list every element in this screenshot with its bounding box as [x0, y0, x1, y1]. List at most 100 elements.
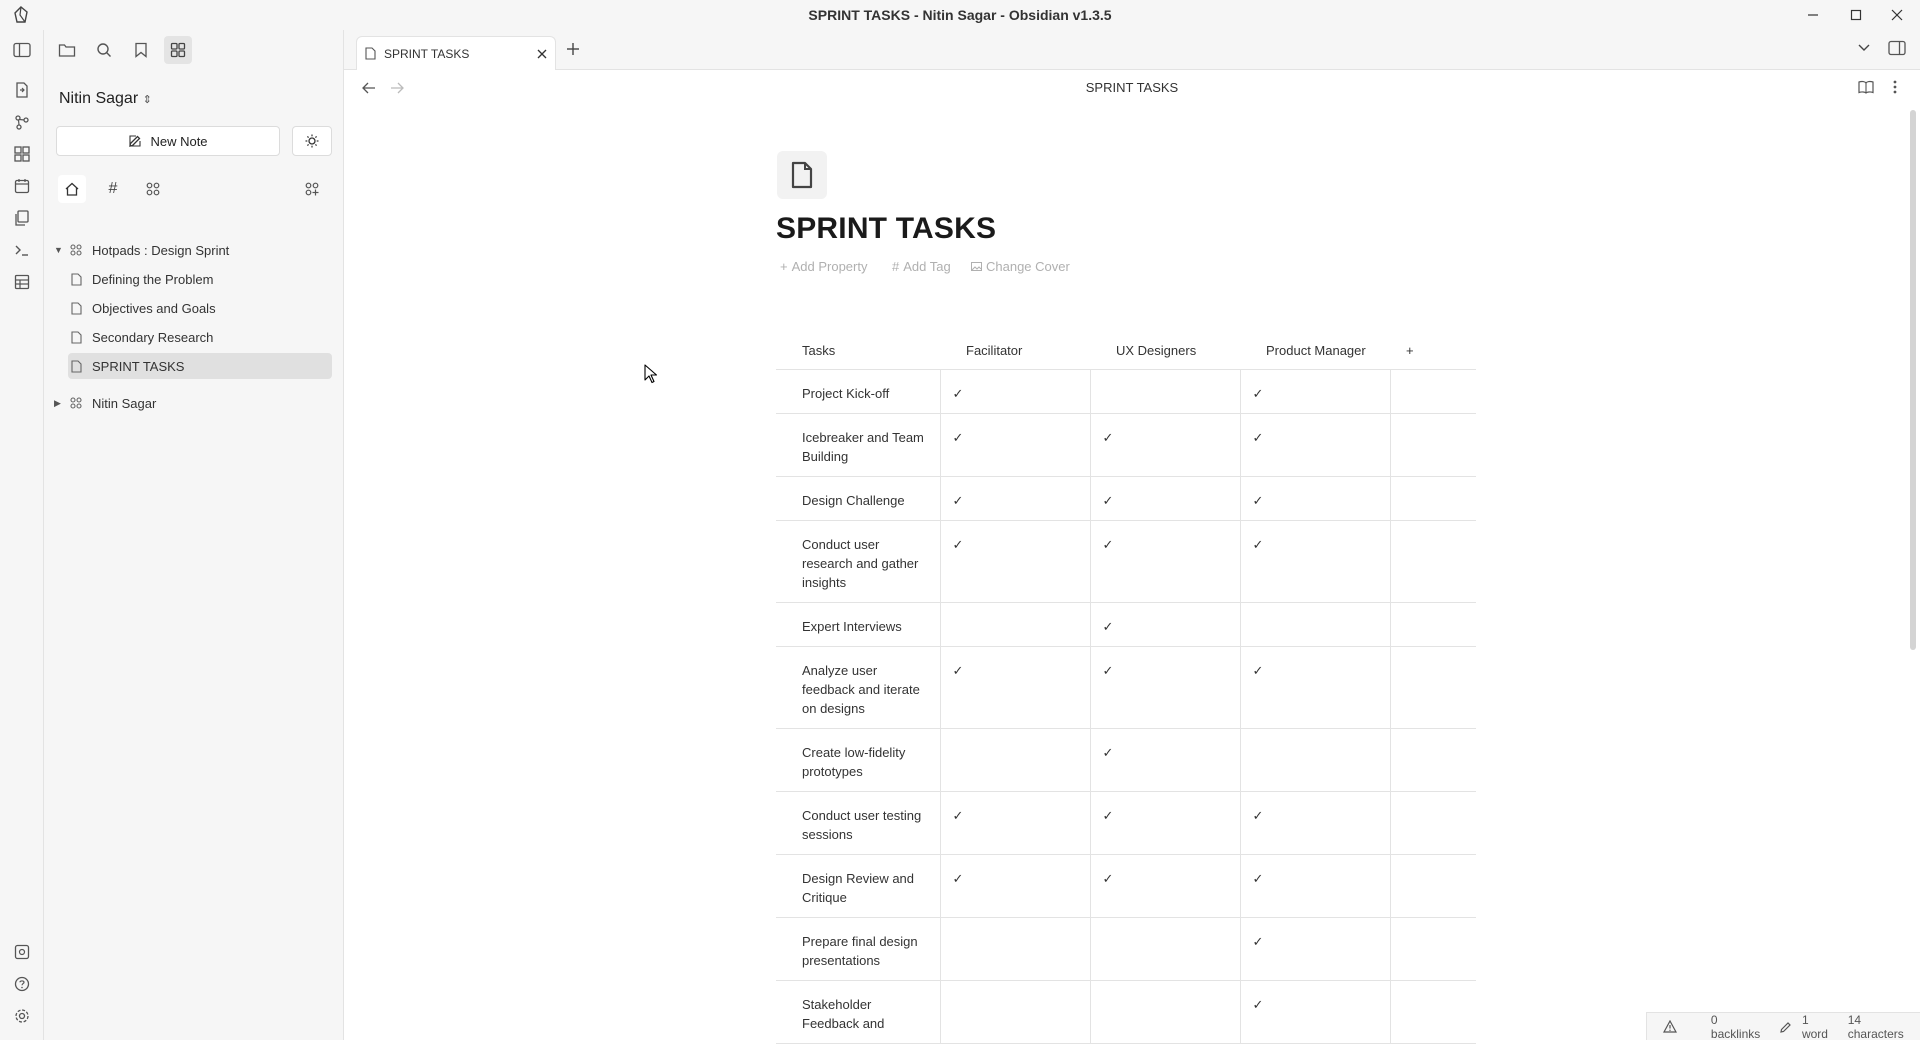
tab-list-chevron-icon[interactable] [1858, 44, 1870, 52]
empty-cell[interactable] [1389, 728, 1476, 792]
close-window-button[interactable] [1874, 0, 1920, 30]
task-cell[interactable]: Analyze user feedback and iterate on des… [776, 646, 940, 729]
tree-note-defining-the-problem[interactable]: Defining the Problem [68, 266, 332, 292]
workspace-switcher[interactable]: Nitin Sagar ⇕ [59, 90, 152, 108]
make-md-spaces-icon[interactable] [164, 36, 192, 64]
role-check-cell[interactable]: ✓ [939, 854, 1090, 918]
role-check-cell[interactable] [939, 980, 1090, 1044]
close-tab-icon[interactable] [537, 49, 547, 59]
column-header-product-manager[interactable]: Product Manager [1240, 333, 1390, 370]
empty-cell[interactable] [1389, 476, 1476, 521]
role-check-cell[interactable]: ✓ [1089, 602, 1240, 647]
theme-toggle-button[interactable] [292, 126, 332, 156]
add-tag-button[interactable]: # Add Tag [892, 259, 951, 274]
backlinks-count[interactable]: 0 backlinks [1711, 1013, 1770, 1041]
command-palette-icon[interactable] [11, 239, 33, 261]
role-check-cell[interactable] [1089, 369, 1240, 414]
role-check-cell[interactable]: ✓ [939, 476, 1090, 521]
role-check-cell[interactable] [939, 728, 1090, 792]
role-check-cell[interactable]: ✓ [1089, 413, 1240, 477]
role-check-cell[interactable]: ✓ [1089, 476, 1240, 521]
search-icon[interactable] [90, 36, 118, 64]
reading-view-icon[interactable] [1858, 80, 1874, 94]
add-property-button[interactable]: + Add Property [780, 259, 867, 274]
bookmark-icon[interactable] [127, 36, 155, 64]
vault-icon[interactable] [11, 941, 33, 963]
tree-note-secondary-research[interactable]: Secondary Research [68, 324, 332, 350]
tree-note-objectives-and-goals[interactable]: Objectives and Goals [68, 295, 332, 321]
column-header-tasks[interactable]: Tasks [776, 333, 940, 370]
task-cell[interactable]: Create low-fidelity prototypes [776, 728, 940, 792]
tab-sprint-tasks[interactable]: SPRINT TASKS [356, 36, 556, 70]
empty-cell[interactable] [1389, 602, 1476, 647]
daily-note-icon[interactable] [11, 175, 33, 197]
task-cell[interactable]: Conduct user research and gather insight… [776, 520, 940, 603]
note-icon[interactable] [777, 151, 827, 199]
role-check-cell[interactable] [939, 917, 1090, 981]
add-column-button[interactable]: + [1390, 333, 1476, 370]
role-check-cell[interactable]: ✓ [1089, 728, 1240, 792]
settings-icon[interactable] [11, 1005, 33, 1027]
role-check-cell[interactable]: ✓ [939, 520, 1090, 603]
tree-folder-hotpads-design-sprint[interactable]: ▼ Hotpads : Design Sprint [52, 237, 332, 263]
task-cell[interactable]: Prepare final design presentations [776, 917, 940, 981]
task-cell[interactable]: Design Review and Critique [776, 854, 940, 918]
role-check-cell[interactable]: ✓ [939, 646, 1090, 729]
page-title[interactable]: SPRINT TASKS [776, 212, 996, 246]
new-note-button[interactable]: New Note [56, 126, 280, 156]
role-check-cell[interactable]: ✓ [1089, 520, 1240, 603]
role-check-cell[interactable]: ✓ [1239, 520, 1390, 603]
canvas-icon[interactable] [11, 143, 33, 165]
task-cell[interactable]: Project Kick-off [776, 369, 940, 414]
role-check-cell[interactable]: ✓ [1239, 791, 1390, 855]
tree-folder-nitin-sagar[interactable]: ▶ Nitin Sagar [52, 390, 332, 416]
role-check-cell[interactable]: ✓ [1239, 369, 1390, 414]
role-check-cell[interactable]: ✓ [939, 413, 1090, 477]
role-check-cell[interactable]: ✓ [1239, 980, 1390, 1044]
templates-icon[interactable] [11, 207, 33, 229]
change-cover-button[interactable]: Change Cover [971, 259, 1070, 274]
empty-cell[interactable] [1389, 854, 1476, 918]
role-check-cell[interactable]: ✓ [1089, 791, 1240, 855]
empty-cell[interactable] [1389, 791, 1476, 855]
empty-cell[interactable] [1389, 520, 1476, 603]
task-cell[interactable]: Expert Interviews [776, 602, 940, 647]
maximize-button[interactable] [1833, 0, 1879, 30]
minimize-button[interactable] [1790, 0, 1836, 30]
role-check-cell[interactable]: ✓ [1239, 854, 1390, 918]
toggle-right-sidebar-icon[interactable] [1888, 40, 1906, 56]
tags-icon[interactable]: # [99, 175, 127, 203]
empty-cell[interactable] [1389, 646, 1476, 729]
graph-view-icon[interactable] [11, 111, 33, 133]
folder-icon[interactable] [53, 36, 81, 64]
editing-mode-icon[interactable] [1780, 1021, 1792, 1033]
role-check-cell[interactable]: ✓ [1239, 476, 1390, 521]
role-check-cell[interactable]: ✓ [939, 369, 1090, 414]
role-check-cell[interactable] [1089, 980, 1240, 1044]
empty-cell[interactable] [1389, 413, 1476, 477]
empty-cell[interactable] [1389, 980, 1476, 1044]
role-check-cell[interactable] [1089, 917, 1240, 981]
add-space-icon[interactable] [298, 175, 326, 203]
role-check-cell[interactable]: ✓ [1239, 646, 1390, 729]
spaces-icon[interactable] [139, 175, 167, 203]
open-quick-switcher-icon[interactable] [11, 79, 33, 101]
column-header-ux-designers[interactable]: UX Designers [1090, 333, 1240, 370]
role-check-cell[interactable] [939, 602, 1090, 647]
task-cell[interactable]: Design Challenge [776, 476, 940, 521]
role-check-cell[interactable]: ✓ [1239, 413, 1390, 477]
empty-cell[interactable] [1389, 369, 1476, 414]
role-check-cell[interactable]: ✓ [1239, 917, 1390, 981]
role-check-cell[interactable] [1239, 728, 1390, 792]
task-cell[interactable]: Icebreaker and Team Building [776, 413, 940, 477]
toggle-sidebar-icon[interactable] [11, 39, 33, 61]
role-check-cell[interactable] [1239, 602, 1390, 647]
table-icon[interactable] [11, 271, 33, 293]
new-tab-icon[interactable] [566, 42, 580, 56]
task-cell[interactable]: Stakeholder Feedback and [776, 980, 940, 1044]
role-check-cell[interactable]: ✓ [1089, 646, 1240, 729]
role-check-cell[interactable]: ✓ [1089, 854, 1240, 918]
help-icon[interactable] [11, 973, 33, 995]
vertical-scrollbar[interactable] [1910, 110, 1916, 650]
home-icon[interactable] [58, 175, 86, 203]
